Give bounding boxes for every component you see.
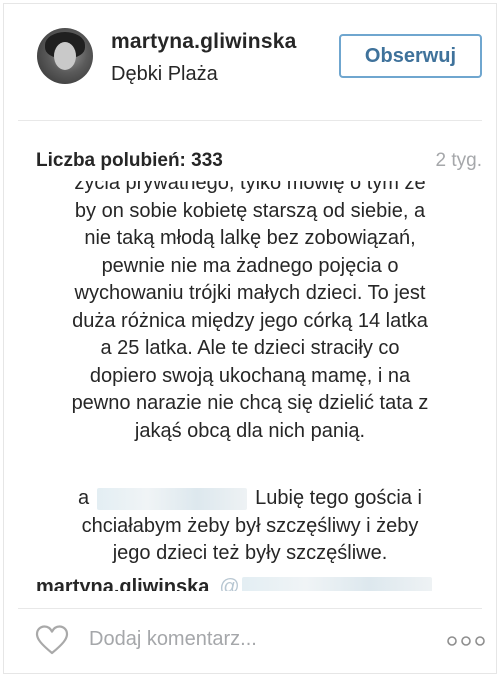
mention-prefix: a <box>78 487 90 509</box>
header-divider <box>18 120 482 121</box>
username-link[interactable]: martyna.gliwinska <box>111 30 296 54</box>
comment-line: pewnie nie ma żadnego pojęcia o <box>101 254 399 277</box>
comment-body: a Lubię tego gościa i chciałabym żeby był… <box>0 485 500 568</box>
post-header: martyna.gliwinska Dębki Plaża Obserwuj <box>0 0 500 118</box>
comment-first-line: a Lubię tego gościa i <box>0 485 500 513</box>
comment-line-tail: Lubię tego gościa i <box>255 487 422 509</box>
comment-line: jakąś obcą dla nich panią. <box>134 419 366 442</box>
comment-line: a 25 latka. Ale te dzieci straciły co <box>100 337 400 359</box>
comment-line: życia prywatnego, tylko mówię o tym że <box>74 181 426 194</box>
blurred-mention <box>241 576 432 591</box>
comment-line: by on sobie kobietę starszą od siebie, a <box>74 199 426 222</box>
comment-line: duża różnica między jego córką 14 latka <box>72 309 428 332</box>
actions-divider <box>18 608 482 609</box>
comment-input[interactable] <box>89 628 389 651</box>
comments-list[interactable]: życia prywatnego, tylko mówię o tym że b… <box>0 181 500 591</box>
comment-body: życia prywatnego, tylko mówię o tym że b… <box>0 181 500 445</box>
follow-button[interactable]: Obserwuj <box>339 34 482 78</box>
comment-line: wychowaniu trójki małych dzieci. To jest <box>74 282 426 304</box>
ellipsis-icon[interactable] <box>446 635 486 647</box>
avatar-face <box>54 42 76 70</box>
blurred-mention <box>97 487 248 510</box>
likes-count[interactable]: Liczba polubień: 333 <box>36 150 223 172</box>
reply-row: martyna.gliwinska @ <box>36 576 432 591</box>
reply-author-link[interactable]: martyna.gliwinska <box>36 576 209 591</box>
comment-line: chciałabym żeby był szczęśliwy i żeby <box>81 514 419 537</box>
comment-line: dopiero swoją ukochaną mamę, i na <box>89 364 411 387</box>
post-time: 2 tyg. <box>435 150 482 171</box>
heart-outline-icon[interactable] <box>35 625 69 655</box>
mention-at: @ <box>219 576 240 591</box>
avatar[interactable] <box>37 28 93 84</box>
location-link[interactable]: Dębki Plaża <box>111 63 218 86</box>
comment-line: pewno narazie nie chcą się dzielić tata … <box>71 392 429 414</box>
comment-line: nie taką młodą lalkę bez zobowiązań, <box>84 227 416 249</box>
comment-line: jego dzieci też były szczęśliwe. <box>112 542 388 564</box>
